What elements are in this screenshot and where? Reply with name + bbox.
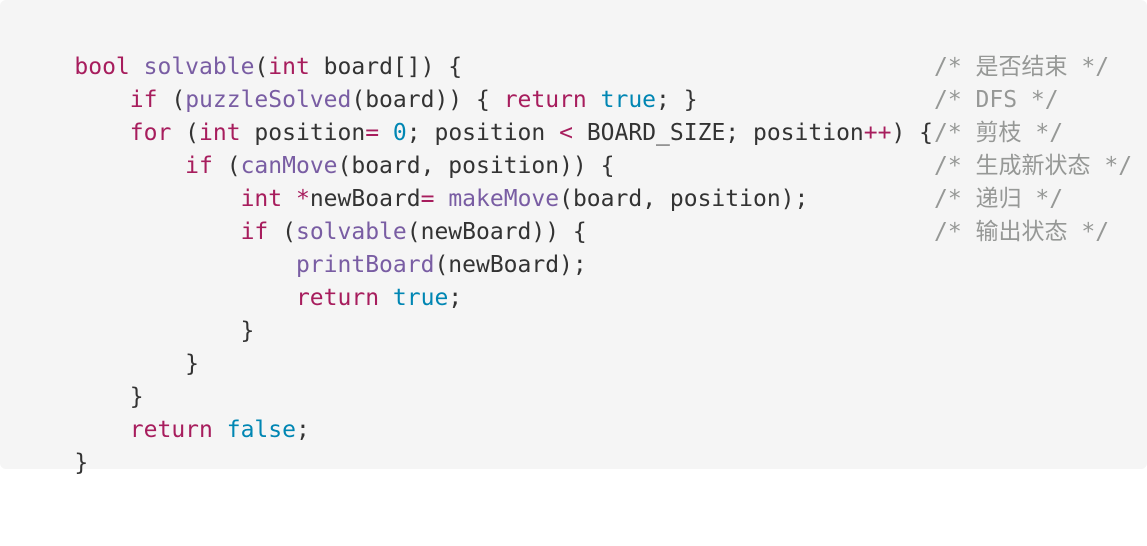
code-line-2: if (puzzleSolved(board)) { return true; …: [19, 51, 1147, 113]
code-line-5: int *newBoard= makeMove(board, position)…: [19, 150, 1147, 212]
code-token: }: [74, 450, 89, 476]
code-line-7: printBoard(newBoard); /* 输出状态 */: [19, 216, 1147, 278]
code-line-8: return true;: [19, 249, 1147, 311]
code-comment: /* 是否结束 */: [934, 54, 1110, 80]
code-line-3: for (int position= 0; position < BOARD_S…: [19, 84, 1147, 146]
code-comment: /* DFS */: [934, 87, 1059, 113]
code-block: bool solvable(int board[]) { if (puzzleS…: [0, 0, 1147, 476]
code-line-6: if (solvable(newBoard)) { /* 递归 */: [19, 183, 1147, 245]
code-line-1: bool solvable(int board[]) {: [19, 18, 1147, 80]
code-line-12: return false;: [19, 381, 1147, 443]
code-comment: /* 输出状态 */: [934, 219, 1110, 245]
code-comment: /* 生成新状态 */: [934, 153, 1133, 179]
code-comment: /* 递归 */: [934, 186, 1064, 212]
code-line-9: }: [19, 282, 1147, 344]
code-line-11: }: [19, 348, 1147, 410]
code-line-text: }: [74, 450, 88, 476]
code-line-10: }: [19, 315, 1147, 377]
code-line-13: }: [19, 414, 1147, 476]
code-line-4: if (canMove(board, position)) { /* 剪枝 */: [19, 117, 1147, 179]
code-comment: /* 剪枝 */: [934, 120, 1064, 146]
